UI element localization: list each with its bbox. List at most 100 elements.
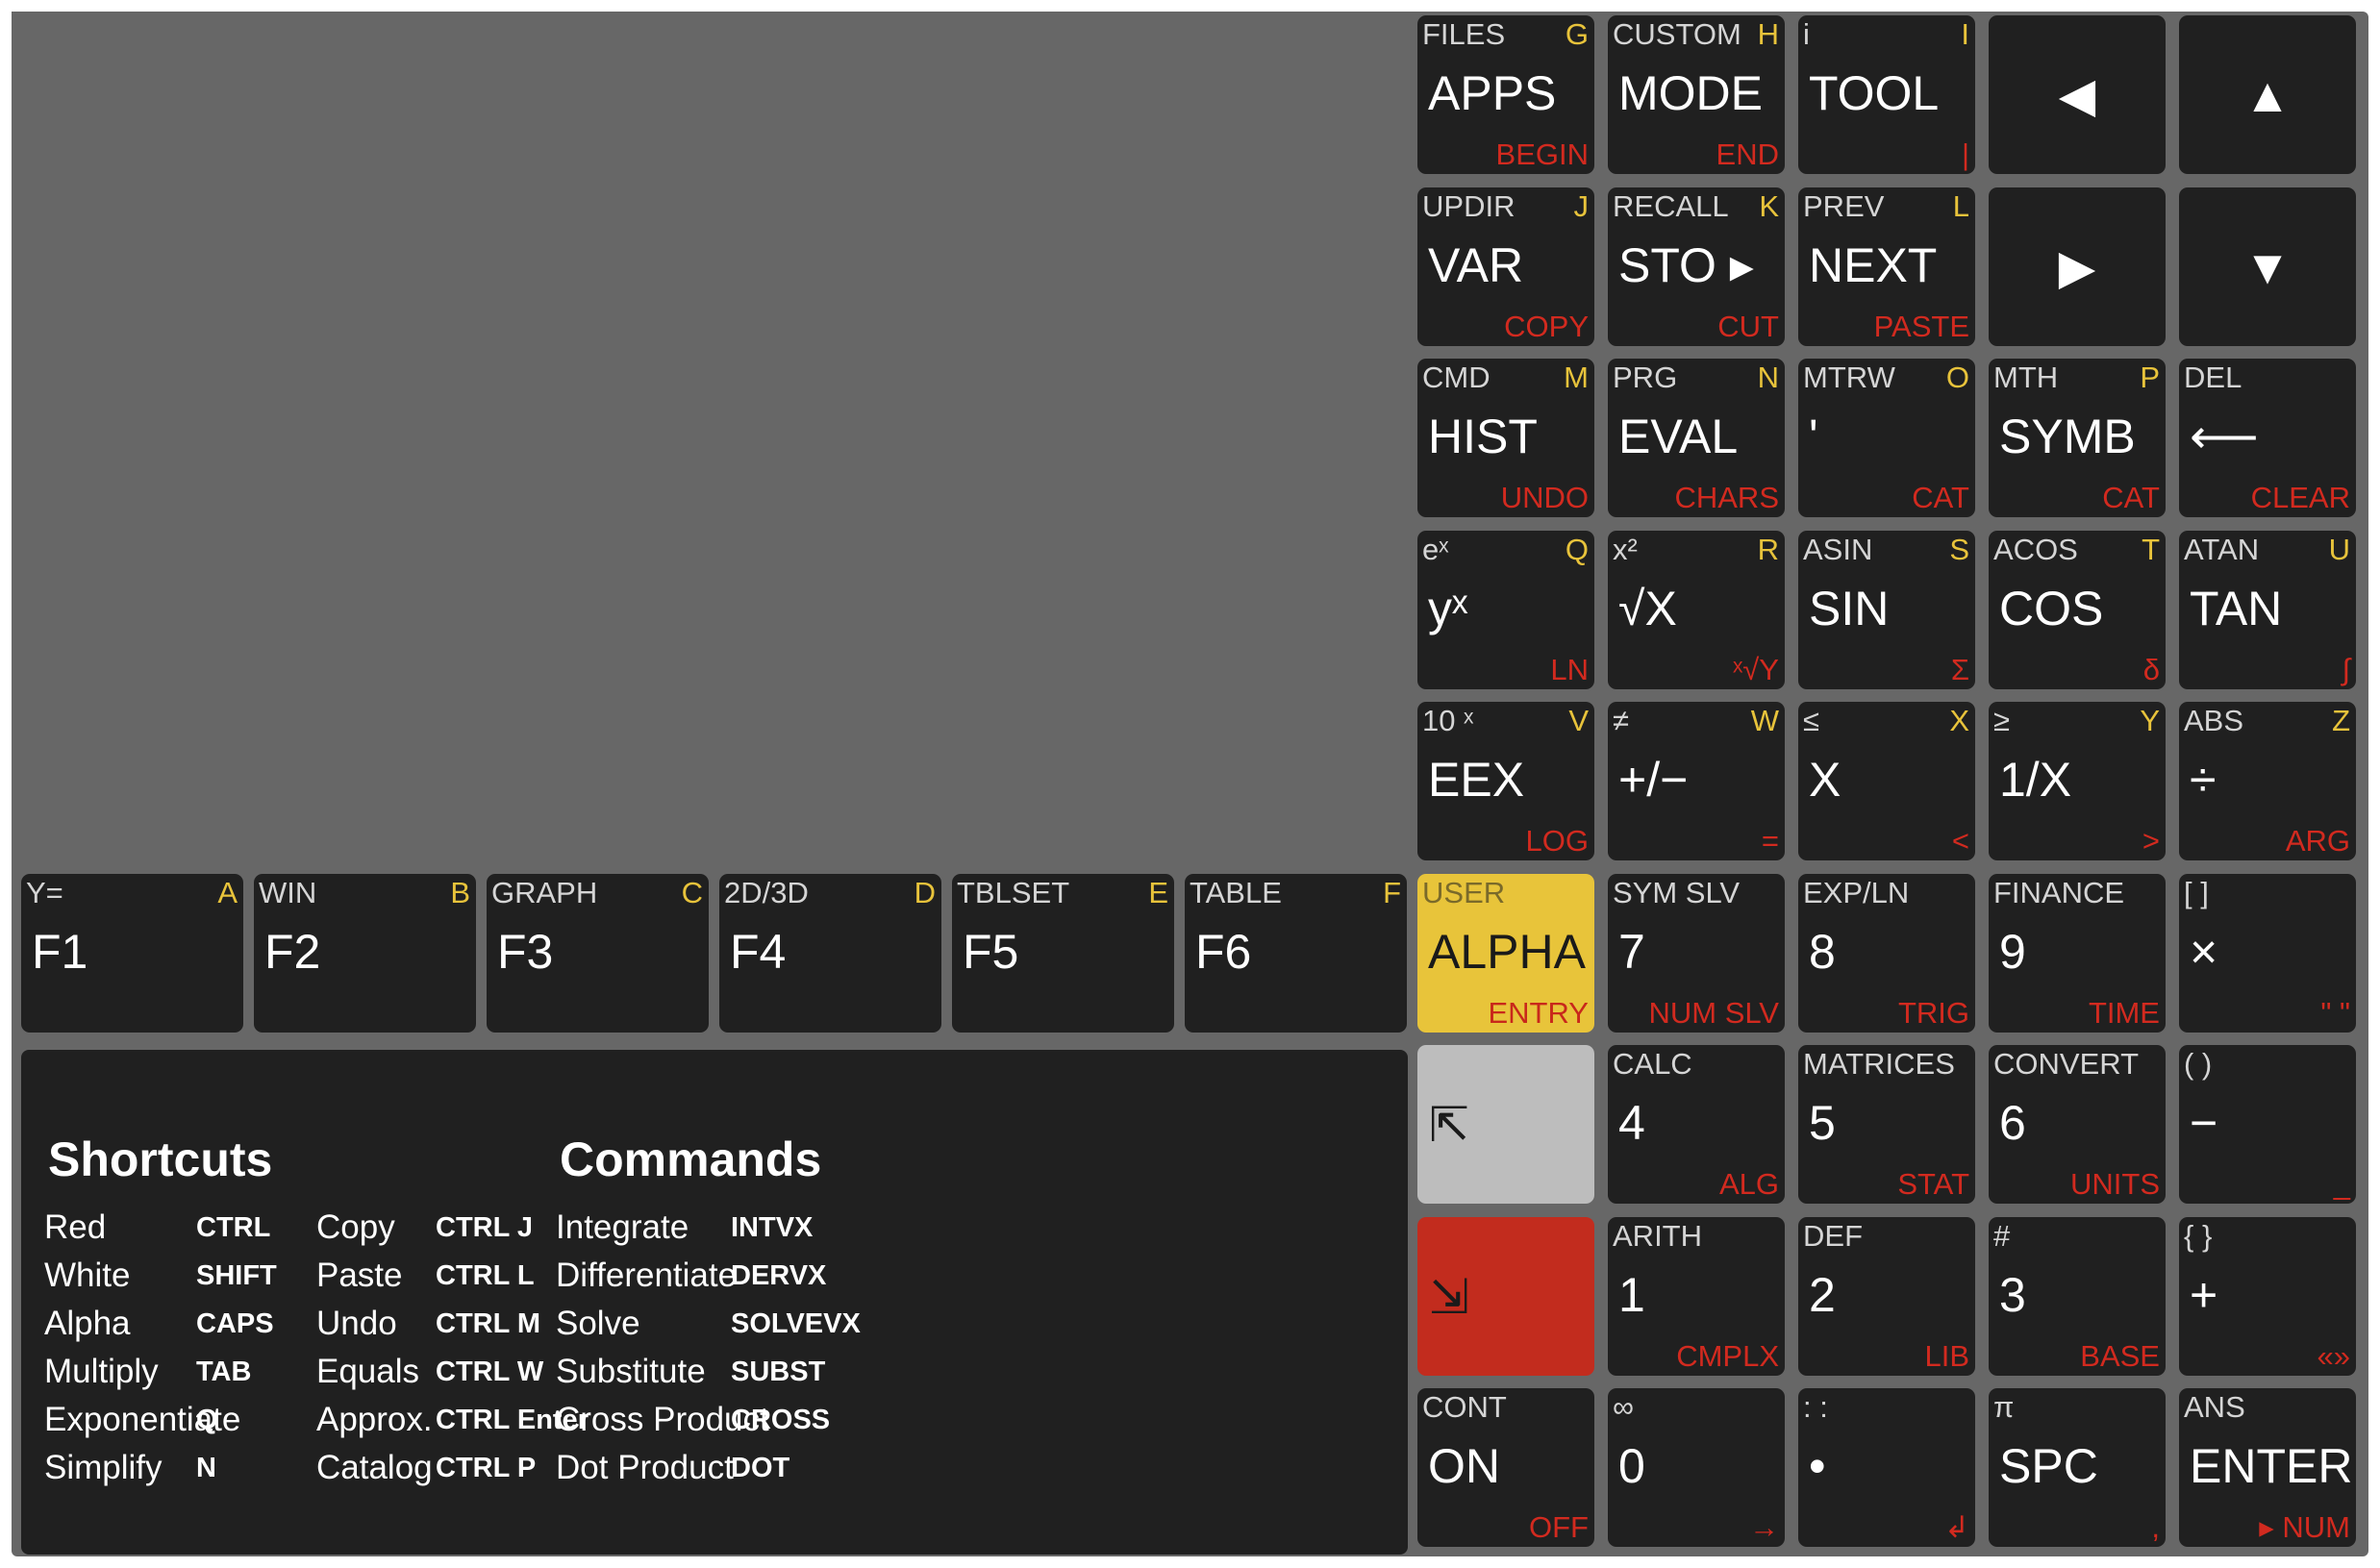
key-minus[interactable]: ( ) − _: [2179, 1045, 2356, 1204]
left-shift-icon: ⇱: [1429, 1097, 1469, 1152]
key-cos[interactable]: ACOS T COS δ: [1989, 531, 2166, 689]
key-reciprocal[interactable]: ≥ Y 1/X >: [1989, 702, 2166, 860]
key-alpha-letter: S: [1949, 533, 1969, 566]
key-shift-label: ABS: [2184, 704, 2244, 737]
key-left-arrow[interactable]: ◀: [1989, 15, 2166, 174]
key-label: NEXT: [1809, 238, 1938, 292]
commands-title: Commands: [560, 1132, 822, 1186]
key-alpha-letter: V: [1568, 704, 1589, 737]
key-divide[interactable]: ABS Z ÷ ARG: [2179, 702, 2356, 860]
key-0[interactable]: ∞ 0 →: [1608, 1388, 1785, 1547]
key-right-shift[interactable]: ⇲: [1417, 1217, 1594, 1376]
key-alpha-letter: U: [2328, 533, 2350, 566]
key-alpha-letter: N: [1757, 361, 1779, 394]
key-right-shift-label: UNITS: [2070, 1167, 2160, 1201]
key-right-shift-label: END: [1716, 137, 1779, 171]
key-shift-label: CONVERT: [1993, 1047, 2140, 1081]
key-5[interactable]: MATRICES 5 STAT: [1798, 1045, 1975, 1204]
key-power[interactable]: eˣ Qyˣ LN: [1417, 531, 1594, 689]
key-symb[interactable]: MTH P SYMB CAT: [1989, 359, 2166, 517]
key-f1[interactable]: Y= A F1: [21, 874, 243, 1033]
key-f6[interactable]: TABLE F F6: [1185, 874, 1407, 1033]
key-right-shift-label: |: [1961, 137, 1969, 171]
key-alpha-letter: B: [450, 876, 470, 909]
key-7[interactable]: SYM SLV 7 NUM SLV: [1608, 874, 1785, 1033]
key-right-shift-label: UNDO: [1500, 481, 1589, 514]
key-next[interactable]: PREV L NEXT PASTE: [1798, 187, 1975, 346]
key-right-shift-label: Σ: [1950, 653, 1969, 686]
key-shift-label: ASIN: [1803, 533, 1873, 566]
key-4[interactable]: CALC 4 ALG: [1608, 1045, 1785, 1204]
key-quote[interactable]: MTRW O ' CAT: [1798, 359, 1975, 517]
key-mode[interactable]: CUSTOM H MODE END: [1608, 15, 1785, 174]
key-right-arrow[interactable]: ▶: [1989, 187, 2166, 346]
key-1[interactable]: ARITH 1 CMPLX: [1608, 1217, 1785, 1376]
key-label: F6: [1195, 925, 1252, 979]
key-label: 4: [1618, 1096, 1645, 1150]
key-dot[interactable]: : : • ↲: [1798, 1388, 1975, 1547]
key-on[interactable]: CONT ON OFF: [1417, 1388, 1594, 1547]
key-enter[interactable]: ANS ENTER ▸ NUM: [2179, 1388, 2356, 1547]
key-shift-label: ≥: [1993, 704, 2011, 737]
key-label: F2: [264, 925, 321, 979]
key-eval[interactable]: PRG N EVAL CHARS: [1608, 359, 1785, 517]
key-tool[interactable]: i I TOOL |: [1798, 15, 1975, 174]
key-sin[interactable]: ASIN S SIN Σ: [1798, 531, 1975, 689]
key-apps[interactable]: FILES G APPS BEGIN: [1417, 15, 1594, 174]
key-f3[interactable]: GRAPH C F3: [487, 874, 709, 1033]
key-var[interactable]: UPDIR J VAR COPY: [1417, 187, 1594, 346]
right-shift-icon: ⇲: [1429, 1269, 1469, 1324]
key-6[interactable]: CONVERT 6 UNITS: [1989, 1045, 2166, 1204]
key-alpha-letter: K: [1759, 189, 1779, 223]
key-left-shift[interactable]: ⇱: [1417, 1045, 1594, 1204]
command-code: CROSS: [731, 1405, 831, 1435]
key-f4[interactable]: 2D/3D D F4: [719, 874, 941, 1033]
key-label: EVAL: [1618, 410, 1739, 463]
shortcut-label: Copy: [316, 1208, 395, 1246]
key-multiply-x[interactable]: ≤ X X <: [1798, 702, 1975, 860]
key-multiply[interactable]: [ ] × " ": [2179, 874, 2356, 1033]
key-shift-label: PREV: [1803, 189, 1885, 223]
key-label: F3: [497, 925, 554, 979]
key-alpha-letter: A: [217, 876, 238, 909]
key-label: SPC: [1999, 1439, 2098, 1493]
key-label: −: [2190, 1096, 2218, 1150]
key-label: •: [1809, 1439, 1826, 1493]
key-f5[interactable]: TBLSET E F5: [952, 874, 1174, 1033]
key-sqrt[interactable]: x² R √X ˣ√Y: [1608, 531, 1785, 689]
key-eex[interactable]: 10 ˣ V EEX LOG: [1417, 702, 1594, 860]
key-right-shift-label: LN: [1550, 653, 1589, 686]
key-right-shift-label: COPY: [1504, 310, 1589, 343]
key-label: SIN: [1809, 582, 1890, 635]
key-up-arrow[interactable]: ▲: [2179, 15, 2356, 174]
key-alpha-letter: F: [1383, 876, 1401, 909]
command-code: SUBST: [731, 1356, 826, 1387]
key-sto[interactable]: RECALL K STO ▸ CUT: [1608, 187, 1785, 346]
commands-codes: INTVX DERVX SOLVEVX SUBST CROSS DOT: [731, 1204, 861, 1492]
key-tan[interactable]: ATAN U TAN ∫: [2179, 531, 2356, 689]
key-right-shift-label: BEGIN: [1495, 137, 1589, 171]
key-shift-label: MTH: [1993, 361, 2059, 394]
key-label: ⟵: [2190, 410, 2259, 463]
key-alpha-letter: W: [1750, 704, 1779, 737]
key-label: ': [1809, 410, 1818, 463]
shortcut-label: Approx.: [316, 1401, 433, 1438]
key-space[interactable]: π SPC,: [1989, 1388, 2166, 1547]
key-plus[interactable]: { } + «»: [2179, 1217, 2356, 1376]
key-down-arrow[interactable]: ▼: [2179, 187, 2356, 346]
key-9[interactable]: FINANCE 9 TIME: [1989, 874, 2166, 1033]
down-arrow-icon: ▼: [2243, 239, 2292, 294]
key-right-shift-label: <: [1951, 824, 1969, 858]
key-2[interactable]: DEF 2 LIB: [1798, 1217, 1975, 1376]
key-3[interactable]: #3 BASE: [1989, 1217, 2166, 1376]
key-8[interactable]: EXP/LN 8 TRIG: [1798, 874, 1975, 1033]
key-shift-label: MTRW: [1803, 361, 1895, 394]
key-f2[interactable]: WIN B F2: [254, 874, 476, 1033]
key-alpha-letter: J: [1573, 189, 1590, 223]
key-alpha[interactable]: USER ALPHA ENTRY: [1417, 874, 1594, 1033]
key-label: APPS: [1428, 66, 1557, 120]
key-backspace[interactable]: DEL ⟵ CLEAR: [2179, 359, 2356, 517]
key-negate[interactable]: ≠ W +/− =: [1608, 702, 1785, 860]
key-hist[interactable]: CMD M HIST UNDO: [1417, 359, 1594, 517]
key-alpha-letter: X: [1949, 704, 1969, 737]
